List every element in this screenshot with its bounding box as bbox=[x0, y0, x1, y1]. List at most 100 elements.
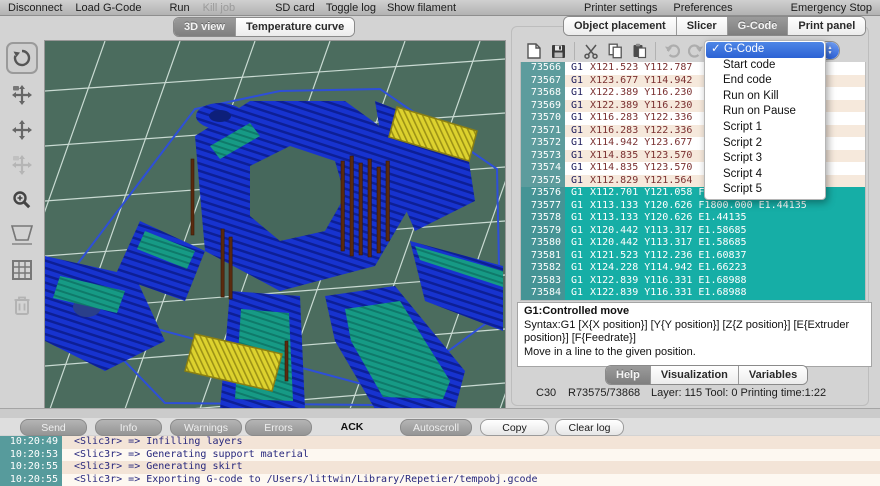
tab-visualization[interactable]: Visualization bbox=[651, 366, 739, 384]
paste-icon[interactable] bbox=[627, 41, 651, 61]
copy-button[interactable]: Copy bbox=[480, 419, 549, 436]
right-panel-tabs: Object placementSlicerG-CodePrint panel bbox=[563, 16, 866, 36]
gcode-command: G1 bbox=[571, 100, 583, 111]
scale-object-icon[interactable] bbox=[8, 151, 36, 179]
trash-icon[interactable] bbox=[8, 291, 36, 319]
menu-option-start-code[interactable]: Start code bbox=[705, 58, 825, 74]
help-description: Move in a line to the given position. bbox=[524, 346, 865, 360]
menu-item-emergency-stop[interactable]: Emergency Stop bbox=[791, 2, 872, 14]
warnings-button[interactable]: Warnings bbox=[170, 419, 242, 436]
gcode-line[interactable]: 73582G1X124.228 Y114.942 E1.66223 bbox=[521, 262, 865, 275]
gcode-arguments: X121.523 Y112.236 E1.60837 bbox=[590, 250, 747, 261]
gcode-command: G1 bbox=[571, 150, 583, 161]
gcode-line-number: 73576 bbox=[521, 187, 565, 200]
gcode-line-number: 73574 bbox=[521, 162, 565, 175]
log-entry: 10:20:55<Slic3r> => Exporting G-code to … bbox=[0, 474, 880, 486]
tab-print-panel[interactable]: Print panel bbox=[788, 17, 865, 35]
menu-option-g-code[interactable]: ✓G-Code bbox=[706, 42, 824, 58]
gcode-line[interactable]: 73578G1X113.133 Y120.626 E1.44135 bbox=[521, 212, 865, 225]
new-file-icon[interactable] bbox=[522, 41, 546, 61]
gcode-line[interactable]: 73580G1X120.442 Y113.317 E1.58685 bbox=[521, 237, 865, 250]
gcode-command: G1 bbox=[571, 175, 583, 186]
gcode-line-number: 73583 bbox=[521, 275, 565, 288]
log-output[interactable]: 10:20:49<Slic3r> => Infilling layers 10:2… bbox=[0, 436, 880, 486]
gcode-command: G1 bbox=[571, 137, 583, 148]
gcode-line[interactable]: 73583G1X122.839 Y116.331 E1.68988 bbox=[521, 275, 865, 288]
undo-icon[interactable] bbox=[660, 41, 684, 61]
gcode-line-text: G1X122.389 Y116.230 bbox=[565, 100, 692, 113]
gcode-command: G1 bbox=[571, 287, 583, 298]
menu-option-script-1[interactable]: Script 1 bbox=[705, 120, 825, 136]
copy-icon[interactable] bbox=[603, 41, 627, 61]
menu-item-load-g-code[interactable]: Load G-Code bbox=[75, 2, 141, 14]
tab-3d-view[interactable]: 3D view bbox=[174, 18, 236, 36]
gcode-arguments: X116.283 Y122.336 bbox=[590, 112, 692, 123]
toggle-ack[interactable]: ACK bbox=[335, 419, 369, 434]
tab-g-code[interactable]: G-Code bbox=[728, 17, 789, 35]
errors-button[interactable]: Errors bbox=[245, 419, 312, 436]
gcode-line-text: G1X121.523 Y112.236 E1.60837 bbox=[565, 250, 747, 263]
menu-item-toggle-log[interactable]: Toggle log bbox=[326, 2, 376, 14]
menu-item-preferences[interactable]: Preferences bbox=[673, 2, 732, 14]
gcode-line[interactable]: 73577G1X113.133 Y120.626 F1800.000 E1.44… bbox=[521, 200, 865, 213]
rotate-view-icon[interactable] bbox=[6, 42, 38, 74]
menu-option-script-3[interactable]: Script 3 bbox=[705, 151, 825, 167]
tab-object-placement[interactable]: Object placement bbox=[564, 17, 677, 35]
gcode-arguments: X114.835 Y123.570 bbox=[590, 150, 692, 161]
move-viewpoint-icon[interactable] bbox=[8, 81, 36, 109]
tab-variables[interactable]: Variables bbox=[739, 366, 807, 384]
gcode-arguments: X122.839 Y116.331 E1.68988 bbox=[590, 287, 747, 298]
menu-option-script-2[interactable]: Script 2 bbox=[705, 136, 825, 152]
gcode-command: G1 bbox=[571, 162, 583, 173]
gcode-arguments: X114.835 Y123.570 bbox=[590, 162, 692, 173]
menu-option-script-4[interactable]: Script 4 bbox=[705, 167, 825, 183]
gcode-arguments: X114.942 Y123.677 bbox=[590, 137, 692, 148]
gcode-line-number: 73580 bbox=[521, 237, 565, 250]
menu-option-script-5[interactable]: Script 5 bbox=[705, 182, 825, 198]
move-object-icon[interactable] bbox=[8, 116, 36, 144]
gcode-command: G1 bbox=[571, 187, 583, 198]
clear-log-button[interactable]: Clear log bbox=[555, 419, 624, 436]
send-button[interactable]: Send bbox=[20, 419, 87, 436]
menu-option-run-on-pause[interactable]: Run on Pause bbox=[705, 104, 825, 120]
cut-icon[interactable] bbox=[579, 41, 603, 61]
menu-item-sd-card[interactable]: SD card bbox=[275, 2, 315, 14]
menu-item-run[interactable]: Run bbox=[169, 2, 189, 14]
gcode-line-number: 73581 bbox=[521, 250, 565, 263]
gcode-line-text: G1 X112.829 Y121.564 bbox=[565, 175, 692, 188]
gcode-line-number: 73577 bbox=[521, 200, 565, 213]
menu-option-run-on-kill[interactable]: Run on Kill bbox=[705, 89, 825, 105]
gcode-command: G1 bbox=[571, 125, 583, 136]
menu-item-printer-settings[interactable]: Printer settings bbox=[584, 2, 657, 14]
printer-status-row: C30 R73575/73868 Layer: 115 Tool: 0 Prin… bbox=[511, 387, 867, 403]
menubar-left: Disconnect Load G-Code Run Kill job SD card T… bbox=[0, 2, 456, 14]
gcode-arguments: X123.677 Y114.942 bbox=[590, 75, 692, 86]
tab-help[interactable]: Help bbox=[606, 366, 651, 384]
gcode-arguments: X121.523 Y112.787 bbox=[590, 62, 692, 73]
gcode-line[interactable]: 73584G1X122.839 Y116.331 E1.68988 bbox=[521, 287, 865, 300]
help-title: G1:Controlled move bbox=[524, 305, 865, 319]
menu-item-disconnect[interactable]: Disconnect bbox=[8, 2, 62, 14]
grid-icon[interactable] bbox=[8, 256, 36, 284]
gcode-line[interactable]: 73581G1X121.523 Y112.236 E1.60837 bbox=[521, 250, 865, 263]
autoscroll-button[interactable]: Autoscroll bbox=[400, 419, 472, 436]
gcode-line-number: 73567 bbox=[521, 75, 565, 88]
gcode-line-text: G1X124.228 Y114.942 E1.66223 bbox=[565, 262, 747, 275]
gcode-line-number: 73566 bbox=[521, 62, 565, 75]
3d-viewport[interactable] bbox=[44, 40, 506, 410]
info-button[interactable]: Info bbox=[95, 419, 162, 436]
perspective-icon[interactable] bbox=[8, 221, 36, 249]
save-icon[interactable] bbox=[546, 41, 570, 61]
gcode-line-text: G1X122.839 Y116.331 E1.68988 bbox=[565, 275, 747, 288]
gcode-arguments: X112.829 Y121.564 bbox=[590, 175, 692, 186]
menu-option-end-code[interactable]: End code bbox=[705, 73, 825, 89]
tab-slicer[interactable]: Slicer bbox=[677, 17, 728, 35]
gcode-line-text: G1X120.442 Y113.317 E1.58685 bbox=[565, 225, 747, 238]
menu-item-kill-job[interactable]: Kill job bbox=[203, 2, 235, 14]
menu-item-show-filament[interactable]: Show filament bbox=[387, 2, 456, 14]
tab-temperature-curve[interactable]: Temperature curve bbox=[236, 18, 354, 36]
view-tabs: 3D viewTemperature curve bbox=[173, 17, 355, 37]
log-entry: 10:20:49<Slic3r> => Infilling layers bbox=[0, 436, 880, 449]
zoom-icon[interactable] bbox=[8, 186, 36, 214]
gcode-line[interactable]: 73579G1X120.442 Y113.317 E1.58685 bbox=[521, 225, 865, 238]
